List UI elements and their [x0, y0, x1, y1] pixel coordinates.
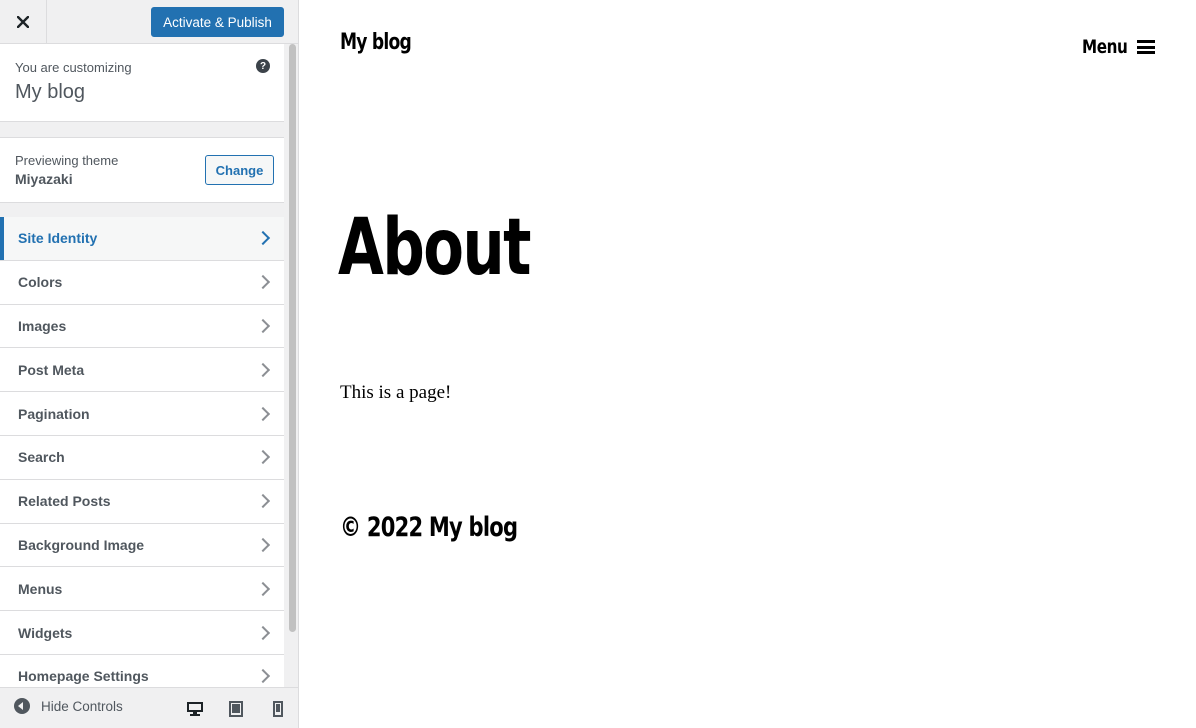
customizer-controls[interactable]: You are customizing My blog ? Previewing…	[0, 44, 284, 687]
menu-toggle-button[interactable]: Menu	[1082, 36, 1155, 58]
chevron-right-icon	[255, 406, 271, 421]
activate-publish-button[interactable]: Activate & Publish	[151, 7, 284, 37]
section-widgets[interactable]: Widgets	[0, 611, 284, 655]
customizing-site-name: My blog	[15, 81, 86, 103]
section-label: Related Posts	[18, 493, 111, 510]
section-images[interactable]: Images	[0, 304, 284, 349]
theme-label: Previewing theme	[15, 153, 119, 168]
section-label: Colors	[18, 274, 63, 291]
section-menus[interactable]: Menus	[0, 567, 284, 612]
customizer-footer: Hide Controls	[0, 687, 298, 728]
section-search[interactable]: Search	[0, 435, 284, 480]
site-preview[interactable]: My blog Menu About This is a page! © 202…	[300, 0, 1196, 728]
chevron-right-icon	[255, 275, 271, 290]
theme-info: Previewing theme Miyazaki Change	[0, 137, 284, 203]
help-icon[interactable]: ?	[256, 59, 270, 73]
preview-tablet-button[interactable]	[225, 698, 247, 720]
close-button[interactable]	[0, 0, 47, 43]
theme-name: Miyazaki	[15, 171, 73, 187]
chevron-right-icon	[255, 625, 271, 640]
page-content: This is a page!	[340, 382, 452, 403]
section-label: Search	[18, 449, 65, 466]
chevron-right-icon	[255, 581, 271, 596]
section-list: Site Identity Colors Images Post Meta Pa…	[0, 217, 284, 687]
section-label: Pagination	[18, 405, 90, 422]
page-title: About	[338, 203, 532, 293]
menu-label: Menu	[1082, 36, 1128, 58]
footer-copyright: © 2022 My blog	[340, 512, 518, 543]
customizer-header: Activate & Publish	[0, 0, 298, 44]
chevron-right-icon	[255, 362, 271, 377]
section-related-posts[interactable]: Related Posts	[0, 479, 284, 524]
section-label: Post Meta	[18, 361, 85, 378]
chevron-right-icon	[255, 669, 271, 684]
close-icon	[17, 15, 29, 28]
section-label: Images	[18, 317, 67, 334]
section-label: Widgets	[18, 624, 73, 641]
section-label: Site Identity	[18, 230, 98, 247]
section-label: Homepage Settings	[18, 668, 149, 685]
chevron-right-icon	[255, 494, 271, 509]
hamburger-icon	[1137, 40, 1155, 54]
collapse-arrow-icon	[14, 698, 30, 714]
mobile-icon	[273, 701, 283, 717]
section-background-image[interactable]: Background Image	[0, 523, 284, 568]
chevron-right-icon	[255, 450, 271, 465]
customizing-label: You are customizing	[15, 60, 132, 75]
section-post-meta[interactable]: Post Meta	[0, 348, 284, 393]
hide-controls-label: Hide Controls	[41, 698, 123, 714]
section-homepage-settings[interactable]: Homepage Settings	[0, 654, 284, 687]
customizing-info: You are customizing My blog ?	[0, 44, 284, 122]
section-colors[interactable]: Colors	[0, 260, 284, 305]
customizer-sidebar: Activate & Publish You are customizing M…	[0, 0, 299, 728]
section-label: Background Image	[18, 536, 145, 553]
preview-mobile-button[interactable]	[267, 698, 289, 720]
tablet-icon	[229, 701, 243, 717]
desktop-icon	[187, 702, 203, 716]
chevron-right-icon	[255, 318, 271, 334]
change-theme-button[interactable]: Change	[205, 155, 274, 185]
sidebar-scrollbar[interactable]	[286, 44, 298, 687]
section-label: Menus	[18, 580, 63, 597]
section-site-identity[interactable]: Site Identity	[0, 217, 284, 261]
chevron-right-icon	[255, 537, 271, 553]
section-pagination[interactable]: Pagination	[0, 392, 284, 436]
site-title-link[interactable]: My blog	[340, 30, 412, 55]
scrollbar-thumb[interactable]	[289, 44, 296, 632]
hide-controls-button[interactable]: Hide Controls	[14, 698, 123, 714]
chevron-right-icon	[255, 231, 271, 246]
preview-desktop-button[interactable]	[184, 698, 206, 720]
